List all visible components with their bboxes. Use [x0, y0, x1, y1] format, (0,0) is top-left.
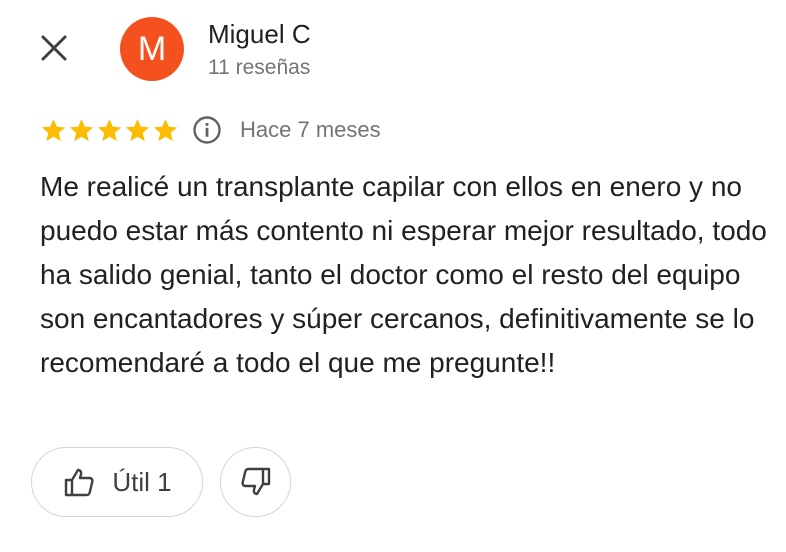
close-icon: [41, 35, 67, 61]
helpful-button[interactable]: Útil 1: [31, 447, 203, 517]
avatar-initial: M: [137, 29, 167, 68]
info-icon[interactable]: [192, 115, 222, 145]
review-date: Hace 7 meses: [240, 117, 381, 142]
reviewer-name[interactable]: Miguel C: [208, 18, 311, 50]
helpful-label: Útil 1: [112, 466, 172, 497]
thumb-down-icon: [240, 467, 270, 496]
star-icon: [97, 118, 122, 141]
avatar[interactable]: M: [120, 17, 184, 81]
thumb-up-icon: [65, 468, 94, 497]
star-icon: [153, 118, 178, 141]
star-icon: [41, 118, 66, 141]
review-text: Me realicé un transplante capilar con el…: [40, 171, 767, 378]
not-helpful-button[interactable]: [220, 447, 291, 517]
star-icon: [69, 118, 94, 141]
reviewer-info: Miguel C 11 reseñas: [208, 18, 311, 82]
rating-row: Hace 7 meses: [40, 113, 381, 147]
star-icon: [125, 118, 150, 141]
close-button[interactable]: [36, 30, 72, 66]
reviewer-review-count: 11 reseñas: [208, 56, 311, 79]
star-rating: [40, 117, 180, 144]
